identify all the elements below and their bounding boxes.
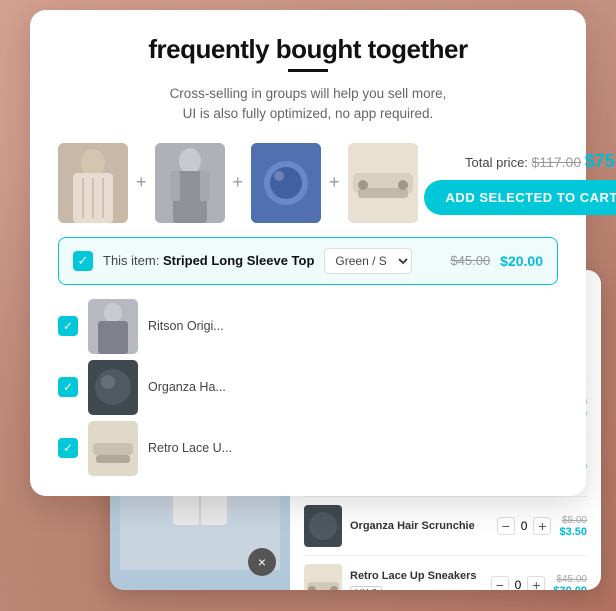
thumb-svg-4 [348, 143, 418, 223]
addon-rows: ✓ Ritson Origi... ✓ Organza Ha... [58, 299, 558, 476]
thumb-svg-1 [58, 143, 128, 223]
qty-plus-4[interactable]: + [527, 576, 545, 590]
qty-value-4: 0 [515, 578, 522, 590]
qty-control-4: − 0 + [491, 576, 546, 590]
original-price: $117.00 [532, 154, 582, 170]
selected-item-checkbox[interactable]: ✓ [73, 251, 93, 271]
addon-3-name: Retro Lace U... [148, 441, 558, 455]
combo-item-3-info: Organza Hair Scrunchie [350, 519, 489, 533]
combo-4-sale: $30.00 [553, 585, 587, 590]
addon-3-checkbox[interactable]: ✓ [58, 438, 78, 458]
combo-thumb-3 [304, 505, 342, 547]
addon-2-name: Organza Ha... [148, 380, 558, 394]
qty-minus-4[interactable]: − [491, 576, 509, 590]
combo-item-3-name: Organza Hair Scrunchie [350, 519, 489, 533]
subtitle: Cross-selling in groups will help you se… [58, 84, 558, 125]
total-price-row: Total price: $117.00 $75.50 [465, 151, 616, 172]
plus-3: + [327, 172, 342, 193]
combo-item-4-prices: $45.00 $30.00 [553, 574, 587, 590]
addon-1-name: Ritson Origi... [148, 319, 558, 333]
combo-item-4-name: Retro Lace Up Sneakers [350, 569, 483, 583]
add-selected-to-cart-button[interactable]: ADD SELECTED TO CART [424, 180, 616, 215]
addon-2-thumb [88, 360, 138, 415]
combo-item-3-prices: $5.00 $3.50 [559, 515, 587, 538]
product-thumb-1 [58, 143, 128, 223]
combo-3-sale: $3.50 [559, 526, 587, 538]
combo-4-original: $45.00 [553, 574, 587, 585]
qty-value-3: 0 [521, 519, 528, 533]
selected-item-label: This item: Striped Long Sleeve Top [103, 253, 314, 268]
product-thumb-4 [348, 143, 418, 223]
addon-2-checkbox[interactable]: ✓ [58, 377, 78, 397]
selected-sale-price: $20.00 [500, 253, 543, 269]
main-card: frequently bought together Cross-selling… [30, 10, 586, 496]
price-cart-area: Total price: $117.00 $75.50 ADD SELECTED… [424, 151, 616, 215]
addon-1-checkbox[interactable]: ✓ [58, 316, 78, 336]
qty-minus-3[interactable]: − [497, 517, 515, 535]
plus-2: + [231, 172, 246, 193]
thumb-svg-2 [155, 143, 225, 223]
selected-original-price: $45.00 [450, 253, 490, 268]
plus-1: + [134, 172, 149, 193]
qty-control-3: − 0 + [497, 517, 552, 535]
addon-3-thumb [88, 421, 138, 476]
page-title: frequently bought together [58, 34, 558, 65]
qty-plus-3[interactable]: + [533, 517, 551, 535]
title-underline [288, 69, 328, 72]
addon-row-2: ✓ Organza Ha... [58, 360, 558, 415]
product-thumb-3 [251, 143, 321, 223]
combo-item-4-info: Retro Lace Up Sneakers UK 2 [350, 569, 483, 590]
thumb-svg-3 [251, 143, 321, 223]
selected-item-row: ✓ This item: Striped Long Sleeve Top Gre… [58, 237, 558, 285]
combo-item-4-variant: UK 2 [350, 586, 382, 590]
addon-1-thumb [88, 299, 138, 354]
sale-price: $75.50 [585, 151, 616, 171]
variant-select[interactable]: Green / S Green / M Blue / S [324, 248, 412, 274]
product-thumb-2 [155, 143, 225, 223]
combo-item-4: Retro Lace Up Sneakers UK 2 − 0 + $45.00… [304, 555, 587, 590]
addon-row-3: ✓ Retro Lace U... [58, 421, 558, 476]
close-button[interactable]: × [248, 548, 276, 576]
combo-thumb-4 [304, 564, 342, 590]
addon-row-1: ✓ Ritson Origi... [58, 299, 558, 354]
combo-item-3: Organza Hair Scrunchie − 0 + $5.00 $3.50 [304, 496, 587, 555]
combo-3-original: $5.00 [559, 515, 587, 526]
product-thumbs-row: + + + [58, 143, 558, 223]
